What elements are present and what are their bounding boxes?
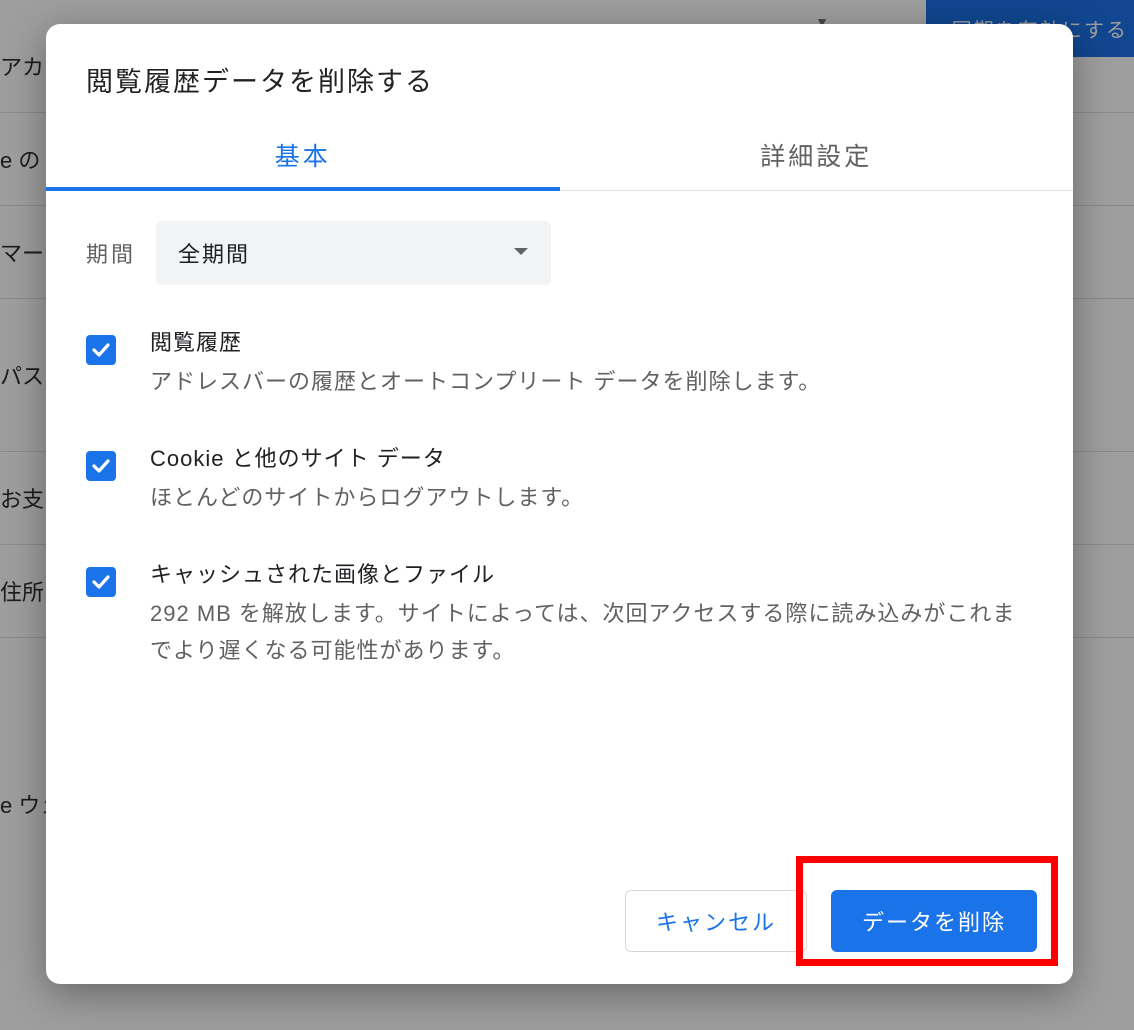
chevron-down-icon bbox=[513, 244, 529, 262]
tab-advanced[interactable]: 詳細設定 bbox=[560, 121, 1074, 190]
option-title: キャッシュされた画像とファイル bbox=[150, 557, 1033, 589]
option-desc: 292 MB を解放します。サイトによっては、次回アクセスする際に読み込みがこれ… bbox=[150, 595, 1033, 671]
clear-data-button[interactable]: データを削除 bbox=[831, 890, 1037, 952]
tab-basic[interactable]: 基本 bbox=[46, 121, 560, 191]
option-desc: ほとんどのサイトからログアウトします。 bbox=[150, 479, 1033, 517]
time-range-select[interactable]: 全期間 bbox=[156, 221, 551, 285]
time-range-label: 期間 bbox=[86, 237, 136, 269]
dialog-tabs: 基本 詳細設定 bbox=[46, 121, 1073, 191]
checkbox-cache[interactable] bbox=[86, 567, 116, 597]
time-range-value: 全期間 bbox=[178, 237, 250, 269]
cancel-button[interactable]: キャンセル bbox=[625, 890, 807, 952]
option-title: Cookie と他のサイト データ bbox=[150, 441, 1033, 473]
clear-browsing-data-dialog: 閲覧履歴データを削除する 基本 詳細設定 期間 全期間 閲覧履歴 アドレスバーの… bbox=[46, 24, 1073, 984]
option-desc: アドレスバーの履歴とオートコンプリート データを削除します。 bbox=[150, 363, 1033, 401]
checkbox-browsing-history[interactable] bbox=[86, 335, 116, 365]
checkbox-cookies[interactable] bbox=[86, 451, 116, 481]
option-title: 閲覧履歴 bbox=[150, 325, 1033, 357]
dialog-title: 閲覧履歴データを削除する bbox=[46, 24, 1073, 121]
